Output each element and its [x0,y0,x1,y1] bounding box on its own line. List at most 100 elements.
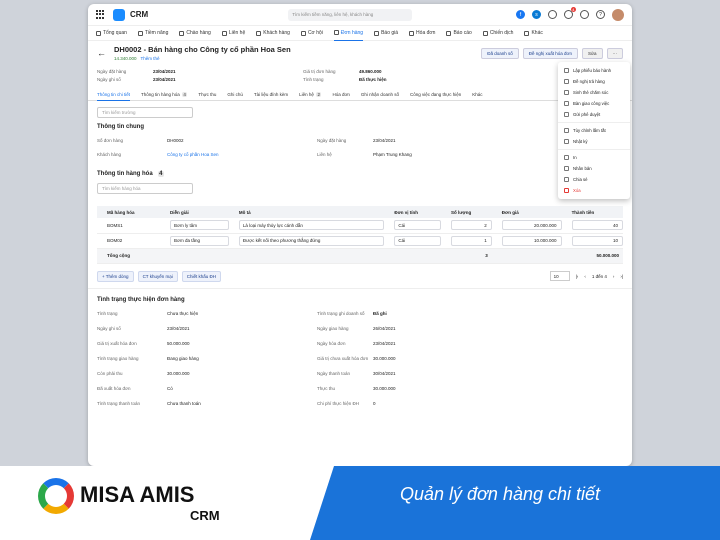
menu-item-5[interactable]: Tùy chỉnh lắm tắt [558,125,630,136]
facebook-icon[interactable]: f [516,10,525,19]
tab-9[interactable]: Khác [472,92,482,97]
menu-label: Nhật ký [573,139,588,144]
back-arrow-icon[interactable]: ← [97,48,106,58]
table-cell[interactable]: Cái [394,220,441,231]
nav-label: Báo giá [381,30,399,36]
goods-action-1[interactable]: CT khuyến mại [137,270,178,282]
menu-item-10[interactable]: Xóa [558,185,630,196]
skype-icon[interactable]: s [532,10,541,19]
menu-icon [564,177,569,182]
tab-label: Ghi chú [227,92,243,97]
total-cell: Tổng cộng [107,253,130,258]
gear-icon[interactable] [580,10,589,19]
menu-item-3[interactable]: Bàn giao công việc [558,98,630,109]
status-label: Còn phải thu [97,370,123,376]
menu-item-7[interactable]: In [558,152,630,163]
table-cell[interactable]: Là loại máy thủy lực cánh dẫn [238,220,385,231]
nav-item-10[interactable]: Chiến dịch [482,26,513,41]
goods-search-input[interactable]: Tìm kiếm hàng hóa [97,183,193,194]
table-cell[interactable]: 20.000.000 [501,220,562,231]
table-cell[interactable]: 10 [571,235,623,246]
table-cell[interactable]: 40 [571,220,623,231]
menu-item-6[interactable]: Nhật ký [558,136,630,147]
brand-name: MISA AMIS [80,482,195,507]
menu-icon [564,90,569,95]
tab-3[interactable]: Ghi chú [227,92,243,97]
table-cell[interactable]: Cái [394,235,441,246]
field-search-input[interactable]: Tìm kiếm trường [97,107,193,118]
nav-item-4[interactable]: Khách hàng [256,26,290,41]
tab-4[interactable]: Tài liệu đính kèm [254,92,288,97]
nav-item-6[interactable]: Đơn hàng [333,26,364,41]
global-search-input[interactable]: Tìm kiếm tiềm năng, liên hệ, khách hàng [288,8,413,21]
menu-item-1[interactable]: Đề nghị trả hàng [558,76,630,87]
tab-1[interactable]: Thông tin hàng hóa 4 [141,92,188,97]
status-value: 0 [373,400,376,406]
table-cell[interactable]: 10.000.000 [501,235,562,246]
calendar-icon[interactable] [548,10,557,19]
table-cell[interactable]: 2 [450,220,492,231]
goods-action-2[interactable]: Chiết khấu ĐH [181,270,222,282]
first-page-icon[interactable]: |‹ [576,274,579,279]
menu-label: Bàn giao công việc [573,101,610,106]
nav-icon [446,30,452,36]
prev-page-icon[interactable]: ‹ [584,274,586,279]
table-cell[interactable]: Bơm đa tầng [170,235,229,246]
menu-label: Xóa [573,188,581,193]
footer-banner: MISA AMIS CRM Quản lý đơn hàng chi tiết [0,466,720,540]
tab-8[interactable]: Công việc đang thực hiện [410,92,461,97]
menu-item-2[interactable]: Sinh thẻ chăm sóc [558,87,630,98]
notification-count: 4 [570,7,576,12]
table-row: BOMS1 Bơm ly tâm Là loại máy thủy lực cánh… [97,218,623,234]
menu-item-8[interactable]: Nhân bản [558,163,630,174]
nav-label: Cơ hội [307,30,323,36]
goods-action-0[interactable]: + Thêm dòng [97,270,134,282]
status-label: Tình trạng [97,310,118,316]
menu-label: Sinh thẻ chăm sóc [573,90,609,95]
tab-6[interactable]: Hóa đơn [332,92,349,97]
tab-count: 2 [315,92,322,97]
nav-item-7[interactable]: Báo giá [374,26,398,41]
detail-tabs: Thông tin chi tiết Thông tin hàng hóa 4 Thự… [88,89,632,101]
nav-item-2[interactable]: Chào hàng [179,26,211,41]
edit-button[interactable]: Sửa [581,47,603,59]
menu-item-9[interactable]: Chia sẻ [558,174,630,185]
table-cell[interactable]: Bơm ly tâm [170,220,229,231]
table-cell[interactable]: 1 [450,235,492,246]
nav-item-11[interactable]: Khác [524,26,543,41]
avatar[interactable] [612,8,624,21]
menu-label: In [573,155,577,160]
add-tag-link[interactable]: Thêm thẻ [141,56,160,61]
nav-item-1[interactable]: Tiềm năng [137,26,168,41]
nav-item-8[interactable]: Hóa đơn [409,26,435,41]
nav-item-0[interactable]: Tổng quan [96,26,127,41]
last-page-icon[interactable]: ›| [620,274,623,279]
bell-icon[interactable]: 4 [564,7,576,19]
menu-item-4[interactable]: Gửi phê duyệt [558,109,630,120]
help-icon[interactable]: ? [596,10,605,19]
status-value: 30/04/2021 [373,370,396,376]
page-size-select[interactable]: 10 [549,271,570,281]
table-cell[interactable]: Được kết nối theo phương thẳng đứng [238,235,385,246]
menu-item-0[interactable]: Lập phiếu báo hành [558,65,630,76]
status-button[interactable]: Đã doanh số [481,47,519,59]
status-label: Tình trạng giao hàng [97,355,139,361]
menu-icon [564,101,569,106]
tab-label: Liên hệ [299,92,314,97]
nav-item-9[interactable]: Báo cáo [446,26,472,41]
tab-0[interactable]: Thông tin chi tiết [97,89,131,101]
nav-item-5[interactable]: Cơ hội [300,26,323,41]
status-value: Đang giao hàng [167,355,199,361]
slogan: Quản lý đơn hàng chi tiết [400,484,601,504]
column-header: Mã hàng hóa [97,206,161,218]
tab-2[interactable]: Thực thu [198,92,216,97]
tab-7[interactable]: Ghi nhận doanh số [361,92,399,97]
apps-grid-icon[interactable] [96,10,105,19]
tab-5[interactable]: Liên hệ 2 [299,92,322,97]
more-button[interactable]: ··· [606,47,623,59]
invoice-request-button[interactable]: Đề nghị xuất hóa đơn [522,47,578,59]
nav-item-3[interactable]: Liên hệ [221,26,245,41]
next-page-icon[interactable]: › [613,274,615,279]
app-window: CRM Tìm kiếm tiềm năng, liên hệ, khách h… [88,4,632,466]
status-value: Đã ghi [373,310,387,316]
